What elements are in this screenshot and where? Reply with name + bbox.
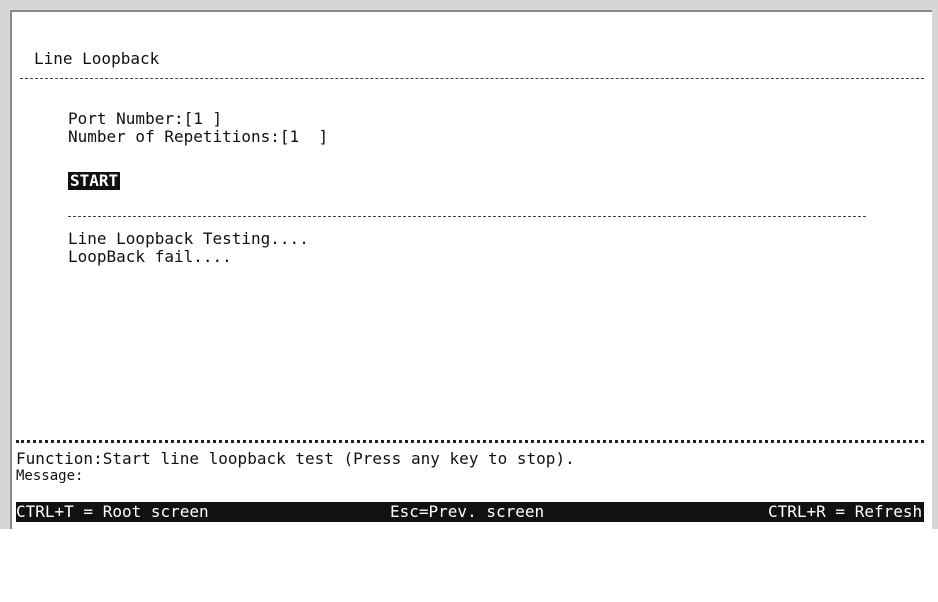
window-border-top	[0, 0, 938, 10]
output-divider	[68, 216, 866, 217]
port-number-label: Port Number:	[68, 109, 184, 128]
prev-screen-shortcut[interactable]: Esc=Prev. screen	[390, 502, 544, 522]
window-border-left	[0, 0, 10, 529]
message-line: Message:	[16, 468, 84, 484]
function-help-text: Function:Start line loopback test (Press…	[16, 449, 575, 468]
refresh-shortcut[interactable]: CTRL+R = Refresh	[768, 502, 922, 522]
repetitions-label: Number of Repetitions:	[68, 127, 280, 146]
port-number-field[interactable]: [1 ]	[184, 109, 223, 128]
page-title: Line Loopback	[34, 49, 160, 68]
terminal-window: Line Loopback Port Number:[1 ] Number of…	[0, 0, 938, 529]
window-inner-border-top	[10, 10, 932, 12]
output-line-testing: Line Loopback Testing....	[68, 229, 309, 248]
window-inner-border-left	[10, 10, 12, 529]
window-border-right	[932, 0, 938, 529]
shortcut-bar: CTRL+T = Root screen Esc=Prev. screen CT…	[16, 502, 924, 522]
status-divider	[16, 440, 924, 443]
terminal-screen: Line Loopback Port Number:[1 ] Number of…	[16, 16, 928, 526]
port-number-row: Port Number:[1 ]	[68, 110, 222, 128]
start-button[interactable]: START	[68, 172, 121, 190]
repetitions-field[interactable]: [1 ]	[280, 127, 328, 146]
repetitions-row: Number of Repetitions:[1 ]	[68, 128, 328, 146]
output-line-result: LoopBack fail....	[68, 247, 232, 266]
root-screen-shortcut[interactable]: CTRL+T = Root screen	[16, 502, 209, 522]
title-divider	[20, 78, 924, 79]
